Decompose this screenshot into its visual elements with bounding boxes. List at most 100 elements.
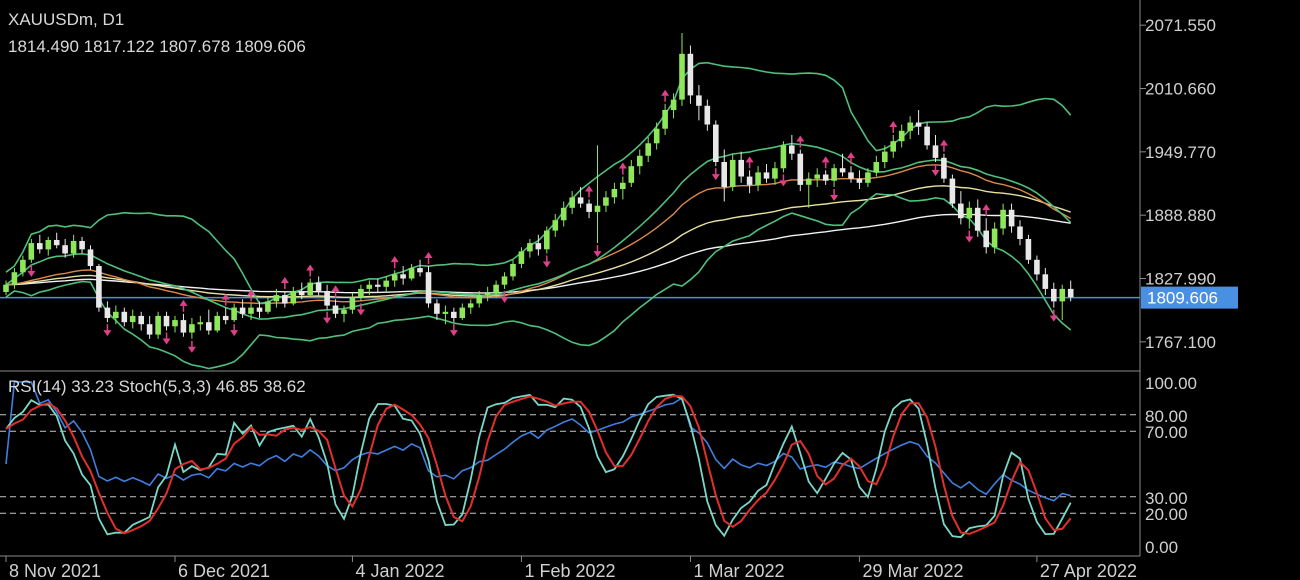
candle-body[interactable] bbox=[104, 307, 111, 318]
candle-body[interactable] bbox=[231, 307, 237, 321]
candle-body[interactable] bbox=[662, 110, 668, 129]
candle-body[interactable] bbox=[476, 295, 482, 304]
candle-body[interactable] bbox=[391, 274, 398, 281]
candle-body[interactable] bbox=[679, 53, 685, 100]
candle-body[interactable] bbox=[3, 284, 9, 292]
candle-body[interactable] bbox=[805, 178, 812, 185]
candle-body[interactable] bbox=[11, 272, 18, 285]
candle-body[interactable] bbox=[831, 168, 837, 181]
candle-body[interactable] bbox=[637, 155, 643, 167]
candle-body[interactable] bbox=[163, 315, 170, 327]
candle-body[interactable] bbox=[983, 230, 989, 248]
candle-body[interactable] bbox=[189, 324, 195, 333]
candle-body[interactable] bbox=[138, 315, 144, 325]
candle-body[interactable] bbox=[814, 174, 820, 179]
candle-body[interactable] bbox=[180, 320, 187, 333]
candle-body[interactable] bbox=[510, 263, 516, 277]
candle-body[interactable] bbox=[349, 297, 356, 310]
candle-body[interactable] bbox=[37, 243, 43, 250]
candle-body[interactable] bbox=[738, 159, 744, 177]
candle-body[interactable] bbox=[146, 324, 153, 335]
candle-body[interactable] bbox=[958, 203, 964, 219]
candle-body[interactable] bbox=[501, 276, 508, 285]
candle-body[interactable] bbox=[434, 303, 440, 314]
candle-body[interactable] bbox=[822, 174, 829, 181]
trading-chart-window[interactable]: 2071.550 2010.660 1949.770 1888.880 1827.990… bbox=[0, 0, 1300, 580]
candle-body[interactable] bbox=[1000, 209, 1006, 229]
candle-body[interactable] bbox=[772, 168, 778, 179]
candle-body[interactable] bbox=[594, 205, 601, 212]
candle-body[interactable] bbox=[256, 307, 263, 312]
candle-body[interactable] bbox=[713, 124, 719, 162]
candle-body[interactable] bbox=[493, 284, 499, 293]
candle-body[interactable] bbox=[966, 207, 973, 219]
candle-body[interactable] bbox=[1008, 209, 1015, 227]
candle-body[interactable] bbox=[603, 197, 609, 206]
candle-body[interactable] bbox=[206, 322, 212, 331]
candle-body[interactable] bbox=[28, 243, 35, 260]
candle-body[interactable] bbox=[535, 243, 542, 250]
chart-canvas[interactable]: 2071.550 2010.660 1949.770 1888.880 1827.990… bbox=[0, 0, 1300, 580]
candle-body[interactable] bbox=[417, 268, 423, 273]
candle-body[interactable] bbox=[1067, 288, 1074, 298]
candle-body[interactable] bbox=[544, 230, 550, 250]
candle-body[interactable] bbox=[265, 301, 271, 312]
candle-body[interactable] bbox=[484, 293, 491, 296]
candle-body[interactable] bbox=[129, 315, 136, 323]
candle-body[interactable] bbox=[704, 105, 711, 125]
candle-body[interactable] bbox=[383, 280, 389, 287]
candle-body[interactable] bbox=[932, 145, 939, 158]
candle-body[interactable] bbox=[366, 284, 373, 289]
candle-body[interactable] bbox=[620, 182, 626, 189]
candle-body[interactable] bbox=[79, 241, 85, 250]
candle-body[interactable] bbox=[882, 151, 888, 162]
candle-body[interactable] bbox=[248, 307, 254, 314]
candle-body[interactable] bbox=[856, 178, 863, 183]
candle-body[interactable] bbox=[315, 282, 322, 291]
candle-body[interactable] bbox=[408, 268, 415, 279]
candle-body[interactable] bbox=[696, 95, 702, 106]
candle-body[interactable] bbox=[324, 291, 330, 306]
candle-body[interactable] bbox=[653, 128, 660, 144]
candle-body[interactable] bbox=[375, 284, 381, 287]
candle-body[interactable] bbox=[915, 122, 922, 127]
candle-body[interactable] bbox=[907, 122, 913, 131]
candle-body[interactable] bbox=[113, 311, 119, 318]
candle-body[interactable] bbox=[924, 126, 930, 146]
candle-body[interactable] bbox=[459, 307, 466, 318]
candle-body[interactable] bbox=[839, 168, 846, 173]
candle-body[interactable] bbox=[62, 245, 68, 254]
candle-body[interactable] bbox=[670, 99, 677, 110]
candle-body[interactable] bbox=[552, 220, 559, 231]
candle-body[interactable] bbox=[96, 266, 102, 308]
candle-body[interactable] bbox=[941, 157, 947, 179]
candle-body[interactable] bbox=[87, 249, 94, 266]
candle-body[interactable] bbox=[991, 228, 998, 248]
candle-body[interactable] bbox=[755, 172, 761, 185]
candle-body[interactable] bbox=[273, 295, 280, 302]
candle-body[interactable] bbox=[763, 172, 770, 179]
candle-body[interactable] bbox=[400, 274, 406, 279]
candle-body[interactable] bbox=[518, 251, 525, 264]
candle-body[interactable] bbox=[898, 130, 905, 142]
candle-body[interactable] bbox=[70, 241, 77, 254]
candle-body[interactable] bbox=[1025, 239, 1032, 260]
candle-body[interactable] bbox=[53, 240, 60, 246]
candle-body[interactable] bbox=[949, 178, 956, 204]
candle-body[interactable] bbox=[873, 162, 880, 173]
candle-body[interactable] bbox=[155, 315, 161, 335]
candle-body[interactable] bbox=[442, 311, 449, 314]
candle-body[interactable] bbox=[848, 172, 854, 179]
candle-body[interactable] bbox=[729, 159, 736, 187]
candle-body[interactable] bbox=[746, 176, 753, 185]
candle-body[interactable] bbox=[341, 309, 347, 314]
candle-body[interactable] bbox=[222, 315, 229, 321]
candle-body[interactable] bbox=[1051, 288, 1057, 302]
candle-body[interactable] bbox=[172, 320, 178, 327]
candle-body[interactable] bbox=[467, 303, 474, 308]
candle-body[interactable] bbox=[890, 141, 896, 152]
candle-body[interactable] bbox=[1034, 259, 1040, 275]
candle-body[interactable] bbox=[1017, 226, 1023, 240]
candle-body[interactable] bbox=[239, 307, 246, 314]
candle-body[interactable] bbox=[290, 291, 297, 304]
